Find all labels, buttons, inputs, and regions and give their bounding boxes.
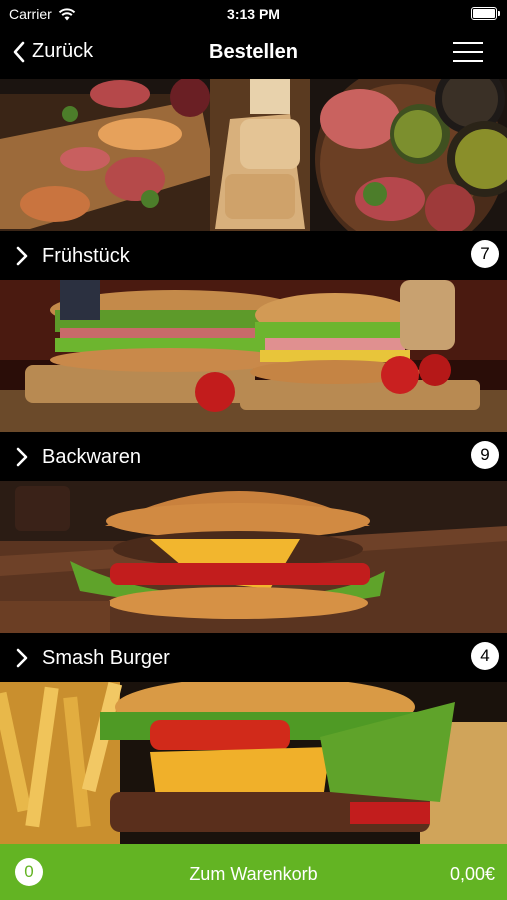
- category-row-smash-burger[interactable]: Smash Burger 4: [0, 633, 507, 682]
- category-count-badge: 9: [471, 441, 499, 469]
- category-count-badge: 7: [471, 240, 499, 268]
- antipasti-platter-image: [0, 79, 507, 231]
- sandwich-image: [0, 280, 507, 432]
- cart-bar[interactable]: 0 Zum Warenkorb 0,00€: [0, 844, 507, 900]
- back-button[interactable]: Zurück: [12, 40, 93, 63]
- category-label: Backwaren: [42, 446, 141, 468]
- category-backwaren: Backwaren 9: [0, 280, 507, 481]
- chevron-right-icon: [16, 648, 28, 668]
- category-label: Smash Burger: [42, 647, 170, 669]
- cart-button-label: Zum Warenkorb: [189, 864, 318, 884]
- back-label: Zurück: [32, 40, 94, 62]
- category-smash-burger: Smash Burger 4: [0, 481, 507, 682]
- category-image-fruehstueck: [0, 79, 507, 231]
- burger-image: [0, 481, 507, 633]
- chevron-left-icon: [13, 41, 25, 62]
- chevron-right-icon: [16, 447, 28, 467]
- burger-fries-image: [0, 682, 507, 844]
- status-bar: Carrier 3:13 PM: [0, 0, 507, 28]
- cart-total: 0,00€: [449, 864, 495, 884]
- status-time: 3:13 PM: [227, 6, 280, 22]
- category-image-smash-burger: [0, 481, 507, 633]
- hamburger-menu-icon[interactable]: [453, 40, 483, 64]
- battery-icon: [471, 7, 500, 20]
- category-image-next: [0, 682, 507, 844]
- category-row-backwaren[interactable]: Backwaren 9: [0, 432, 507, 481]
- chevron-right-icon: [16, 246, 28, 266]
- category-fruehstueck: Frühstück 7: [0, 79, 507, 280]
- category-image-backwaren: [0, 280, 507, 432]
- category-next: [0, 682, 507, 844]
- category-label: Frühstück: [42, 245, 130, 267]
- category-count-badge: 4: [471, 642, 499, 670]
- category-row-fruehstueck[interactable]: Frühstück 7: [0, 231, 507, 280]
- navigation-bar: Zurück Bestellen: [0, 28, 507, 78]
